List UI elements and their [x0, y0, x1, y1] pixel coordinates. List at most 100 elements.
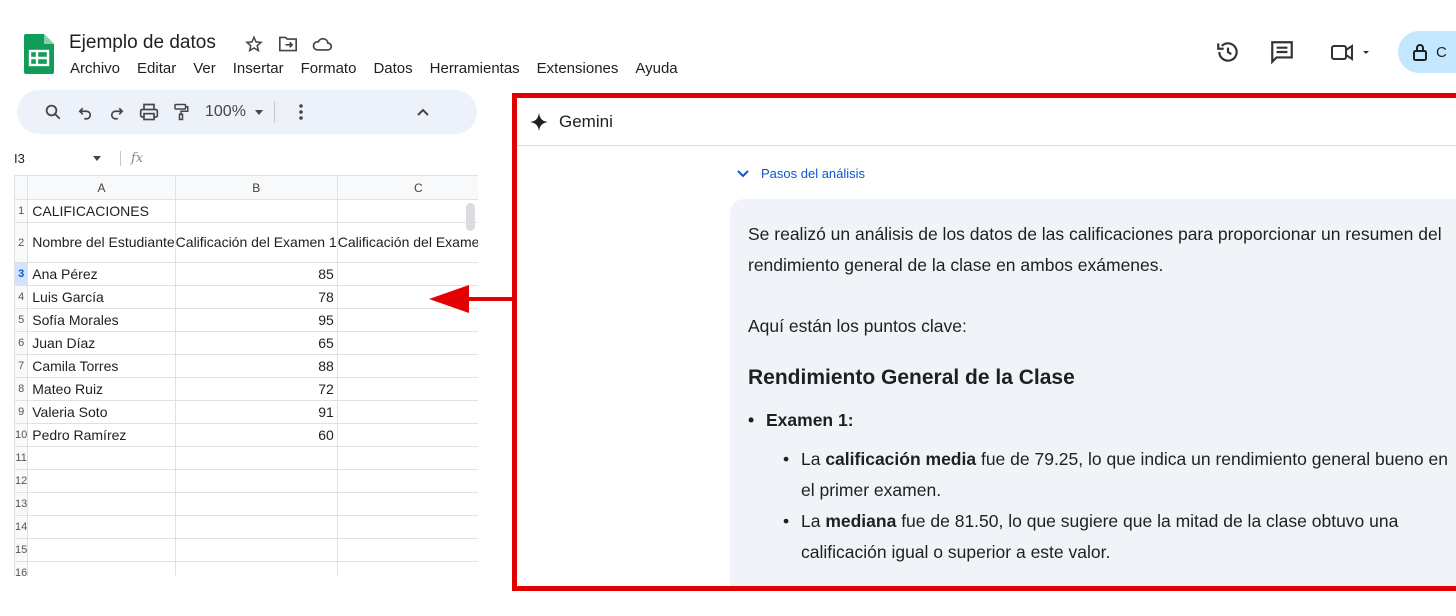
cell-a[interactable] — [27, 538, 176, 562]
comments-icon[interactable] — [1266, 36, 1298, 68]
row-header[interactable]: 9 — [14, 400, 29, 424]
menu-editar[interactable]: Editar — [137, 60, 176, 77]
cell-b[interactable]: Calificación del Examen 1 — [174, 222, 338, 263]
formula-bar: I3 fx — [14, 145, 460, 171]
name-box[interactable]: I3 — [14, 151, 110, 166]
row-header[interactable]: 11 — [14, 446, 29, 470]
cell-c[interactable] — [336, 199, 478, 223]
cell-b[interactable] — [174, 561, 338, 576]
row-header[interactable]: 4 — [14, 285, 29, 309]
cell-c[interactable]: 94 — [336, 400, 478, 424]
cell-a[interactable]: Mateo Ruiz — [27, 377, 176, 401]
share-label: C — [1436, 43, 1447, 61]
cell-a[interactable]: Sofía Morales — [27, 308, 176, 332]
cell-b[interactable]: 72 — [174, 377, 338, 401]
search-icon[interactable] — [37, 96, 69, 128]
cell-a[interactable]: Valeria Soto — [27, 400, 176, 424]
redo-icon[interactable] — [101, 96, 133, 128]
row-header[interactable]: 12 — [14, 469, 29, 493]
column-header-c[interactable]: C — [336, 175, 478, 200]
cell-c[interactable] — [336, 515, 478, 539]
row-header[interactable]: 2 — [14, 222, 29, 263]
row-header[interactable]: 7 — [14, 354, 29, 378]
analysis-steps-toggle[interactable]: Pasos del análisis — [737, 166, 865, 181]
cell-b[interactable]: 65 — [174, 331, 338, 355]
cell-b[interactable] — [174, 199, 338, 223]
spreadsheet-grid[interactable]: A B C D 1CALIFICACIONES2Nombre del Estud… — [14, 175, 478, 576]
cell-a[interactable] — [27, 561, 176, 576]
cell-b[interactable]: 88 — [174, 354, 338, 378]
row-header[interactable]: 15 — [14, 538, 29, 562]
column-header-a[interactable]: A — [27, 175, 176, 200]
sheets-logo-icon[interactable] — [24, 34, 54, 74]
more-options-icon[interactable] — [285, 96, 317, 128]
cell-b[interactable]: 78 — [174, 285, 338, 309]
zoom-select[interactable]: 100% — [205, 103, 264, 121]
cell-a[interactable]: CALIFICACIONES — [27, 199, 176, 223]
cell-c[interactable] — [336, 561, 478, 576]
cell-c[interactable] — [336, 469, 478, 493]
cloud-status-icon[interactable] — [311, 33, 333, 55]
row-header[interactable]: 8 — [14, 377, 29, 401]
cell-a[interactable]: Camila Torres — [27, 354, 176, 378]
cell-c[interactable]: 85 — [336, 354, 478, 378]
cell-a[interactable]: Luis García — [27, 285, 176, 309]
history-icon[interactable] — [1212, 36, 1244, 68]
row-header[interactable]: 14 — [14, 515, 29, 539]
paint-format-icon[interactable] — [165, 96, 197, 128]
row-header[interactable]: 1 — [14, 199, 29, 223]
undo-icon[interactable] — [69, 96, 101, 128]
row-header[interactable]: 16 — [14, 561, 29, 576]
menu-archivo[interactable]: Archivo — [70, 60, 120, 77]
menu-ayuda[interactable]: Ayuda — [635, 60, 677, 77]
cell-a[interactable] — [27, 515, 176, 539]
cell-c[interactable]: 80 — [336, 377, 478, 401]
cell-b[interactable]: 95 — [174, 308, 338, 332]
collapse-toolbar-icon[interactable] — [407, 96, 439, 128]
cell-c[interactable] — [336, 492, 478, 516]
cell-b[interactable] — [174, 515, 338, 539]
cell-b[interactable]: 91 — [174, 400, 338, 424]
gemini-sparkle-icon — [529, 112, 549, 131]
row-header[interactable]: 5 — [14, 308, 29, 332]
select-all-corner[interactable] — [14, 175, 29, 200]
share-button[interactable]: C — [1398, 31, 1456, 73]
row-header[interactable]: 13 — [14, 492, 29, 516]
menu-ver[interactable]: Ver — [193, 60, 216, 77]
cell-a[interactable]: Ana Pérez — [27, 262, 176, 286]
vertical-scrollbar[interactable] — [466, 203, 475, 231]
cell-b[interactable]: 85 — [174, 262, 338, 286]
menu-extensiones[interactable]: Extensiones — [537, 60, 619, 77]
meet-icon[interactable] — [1326, 36, 1376, 68]
menu-formato[interactable]: Formato — [301, 60, 357, 77]
menu-insertar[interactable]: Insertar — [233, 60, 284, 77]
cell-c[interactable]: 70 — [336, 331, 478, 355]
cell-b[interactable] — [174, 446, 338, 470]
menu-bar: Archivo Editar Ver Insertar Formato Dato… — [70, 60, 695, 77]
cell-c[interactable] — [336, 446, 478, 470]
row-header[interactable]: 3 — [14, 262, 29, 286]
row-header[interactable]: 6 — [14, 331, 29, 355]
cell-c[interactable]: 68 — [336, 423, 478, 447]
cell-b[interactable] — [174, 538, 338, 562]
cell-b[interactable] — [174, 469, 338, 493]
gemini-panel: Gemini Pasos del análisis Se realizó un … — [512, 93, 1456, 591]
column-header-b[interactable]: B — [174, 175, 338, 200]
cell-a[interactable] — [27, 446, 176, 470]
cell-a[interactable]: Juan Díaz — [27, 331, 176, 355]
cell-a[interactable] — [27, 469, 176, 493]
cell-c[interactable] — [336, 538, 478, 562]
row-header[interactable]: 10 — [14, 423, 29, 447]
document-title[interactable]: Ejemplo de datos — [69, 32, 216, 54]
star-icon[interactable] — [243, 33, 265, 55]
cell-a[interactable]: Nombre del Estudiante — [27, 222, 176, 263]
cell-a[interactable]: Pedro Ramírez — [27, 423, 176, 447]
menu-herramientas[interactable]: Herramientas — [430, 60, 520, 77]
cell-b[interactable] — [174, 492, 338, 516]
move-folder-icon[interactable] — [277, 33, 299, 55]
cell-c[interactable]: Calificación del Examen 2 — [336, 222, 478, 263]
print-icon[interactable] — [133, 96, 165, 128]
cell-a[interactable] — [27, 492, 176, 516]
cell-b[interactable]: 60 — [174, 423, 338, 447]
menu-datos[interactable]: Datos — [373, 60, 412, 77]
